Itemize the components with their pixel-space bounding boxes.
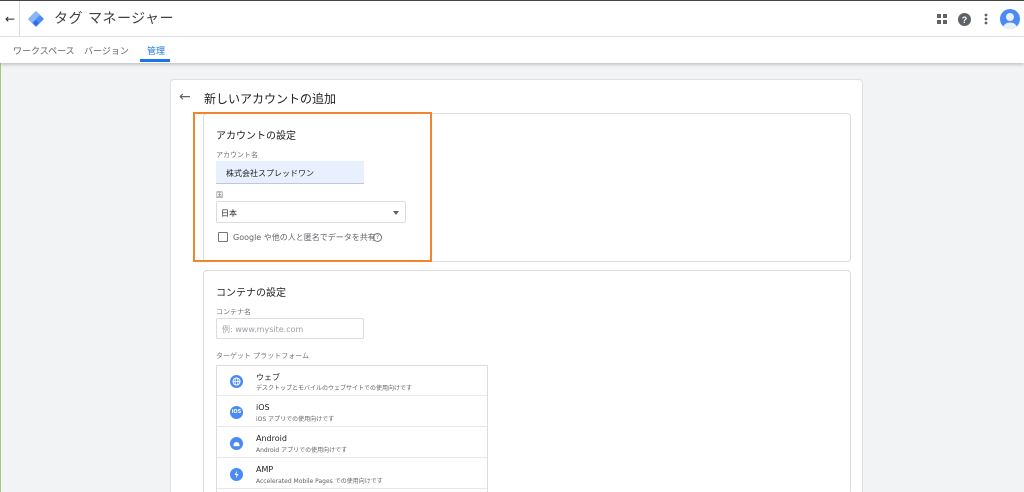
- nav-tab-bar: ワークスペース バージョン 管理: [0, 37, 1024, 63]
- svg-text:?: ?: [961, 15, 967, 25]
- target-platform-label: ターゲット プラットフォーム: [216, 352, 310, 360]
- tab-workspace[interactable]: ワークスペース: [13, 44, 75, 57]
- container-settings-title: コンテナの設定: [216, 288, 286, 299]
- platform-desc: デスクトップとモバイルのウェブサイトでの使用向けです: [256, 385, 413, 392]
- amp-bolt-icon: [230, 468, 243, 481]
- platform-ios-option[interactable]: iOS iOS iOS アプリでの使用向けです: [217, 397, 487, 427]
- tab-admin[interactable]: 管理: [147, 44, 165, 57]
- page-title: 新しいアカウントの追加: [204, 92, 337, 106]
- platform-android-option[interactable]: Android Android アプリでの使用向けです: [217, 428, 487, 458]
- active-tab-indicator: [140, 59, 170, 62]
- ios-icon: iOS: [230, 406, 243, 419]
- help-icon[interactable]: ?: [956, 11, 972, 27]
- tab-versions[interactable]: バージョン: [84, 44, 129, 57]
- platform-title: ウェブ: [256, 373, 280, 382]
- platform-title: Android: [256, 434, 287, 443]
- more-vert-icon[interactable]: [978, 11, 994, 27]
- platform-desc: Android アプリでの使用向けです: [256, 447, 348, 454]
- tag-manager-logo-icon[interactable]: [27, 10, 45, 28]
- panel-back-arrow-icon[interactable]: ←: [179, 89, 191, 105]
- platform-desc: iOS アプリでの使用向けです: [256, 416, 335, 423]
- apps-grid-icon[interactable]: [934, 11, 950, 27]
- account-avatar-icon[interactable]: [1000, 9, 1020, 29]
- platform-title: iOS: [256, 403, 270, 412]
- platform-desc: Accelerated Mobile Pages での使用向けです: [256, 478, 383, 485]
- container-name-label: コンテナ名: [216, 308, 251, 316]
- container-name-input[interactable]: 例: www.mysite.com: [216, 318, 364, 339]
- android-icon: [230, 437, 243, 450]
- platform-web-option[interactable]: ウェブ デスクトップとモバイルのウェブサイトでの使用向けです: [217, 366, 487, 396]
- platform-title: AMP: [256, 465, 274, 474]
- web-globe-icon: [230, 375, 243, 388]
- top-app-bar: ← タグ マネージャー ?: [0, 0, 1024, 37]
- highlight-annotation-box: [193, 112, 432, 262]
- header-divider: [19, 1, 20, 37]
- back-arrow-icon[interactable]: ←: [3, 10, 17, 28]
- platform-amp-option[interactable]: AMP Accelerated Mobile Pages での使用向けです: [217, 459, 487, 489]
- app-title: タグ マネージャー: [54, 11, 174, 27]
- platform-list: ウェブ デスクトップとモバイルのウェブサイトでの使用向けです iOS iOS i…: [216, 365, 488, 492]
